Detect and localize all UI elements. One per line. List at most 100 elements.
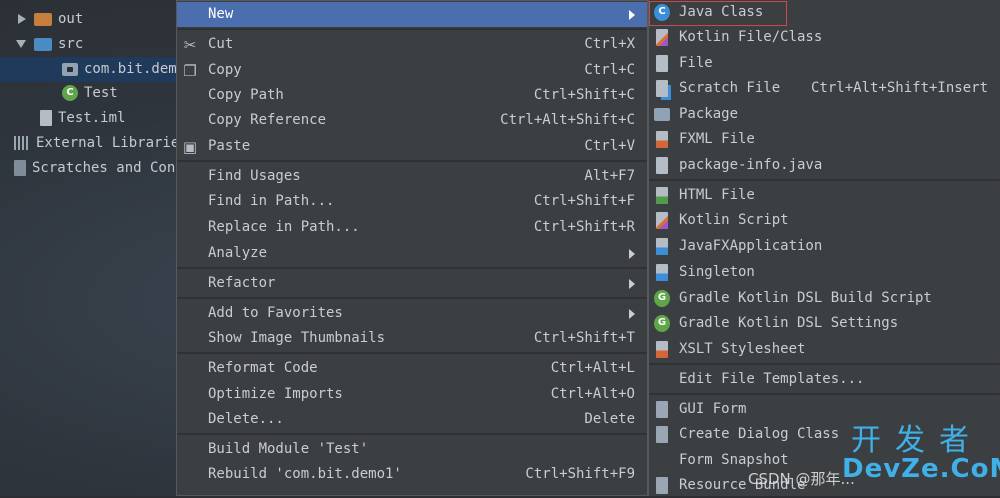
menu-item-copy[interactable]: ❐ Copy Ctrl+C — [177, 58, 647, 83]
tree-item-external-libraries[interactable]: External Libraries — [14, 131, 188, 156]
javafx-icon — [656, 238, 668, 255]
menu-item-delete[interactable]: Delete... Delete — [177, 407, 647, 432]
html-file-icon — [656, 187, 668, 204]
csdn-watermark: CSDN @那年... — [748, 470, 855, 488]
menu-item-find-in-path[interactable]: Find in Path... Ctrl+Shift+F — [177, 189, 647, 214]
submenu-item-kotlin-file[interactable]: Kotlin File/Class — [649, 25, 1000, 50]
menu-item-label: Copy Reference — [208, 112, 327, 128]
submenu-item-label: FXML File — [679, 131, 755, 147]
singleton-icon — [656, 264, 668, 281]
submenu-item-gui-form[interactable]: GUI Form — [649, 397, 1000, 422]
menu-item-copy-reference[interactable]: Copy Reference Ctrl+Alt+Shift+C — [177, 108, 647, 133]
menu-item-label: Analyze — [208, 245, 268, 261]
menu-item-cut[interactable]: ✂ Cut Ctrl+X — [177, 32, 647, 57]
scissors-icon: ✂ — [183, 36, 197, 54]
menu-item-reformat-code[interactable]: Reformat Code Ctrl+Alt+L — [177, 356, 647, 381]
menu-item-analyze[interactable]: Analyze — [177, 241, 647, 266]
submenu-separator — [649, 393, 1000, 395]
menu-item-build-module[interactable]: Build Module 'Test' — [177, 437, 647, 462]
submenu-arrow-icon — [629, 10, 635, 20]
kotlin-file-icon — [656, 29, 668, 46]
fxml-file-icon — [656, 131, 668, 148]
tree-item-src[interactable]: src — [16, 32, 83, 57]
menu-item-label: Cut — [208, 36, 234, 52]
menu-item-label: Refactor — [208, 275, 276, 291]
copy-icon: ❐ — [183, 62, 197, 80]
submenu-item-label: HTML File — [679, 187, 755, 203]
submenu-item-shortcut: Ctrl+Alt+Shift+Insert — [811, 80, 989, 96]
submenu-item-label: GUI Form — [679, 401, 747, 417]
devze-watermark: 开发者 DevZe.CoM — [842, 423, 1000, 484]
submenu-item-gradle-settings[interactable]: G Gradle Kotlin DSL Settings — [649, 311, 1000, 336]
class-icon: C — [62, 85, 78, 101]
submenu-item-label: Kotlin File/Class — [679, 29, 823, 45]
submenu-arrow-icon — [629, 279, 635, 289]
submenu-item-edit-file-templates[interactable]: Edit File Templates... — [649, 367, 1000, 392]
menu-item-add-to-favorites[interactable]: Add to Favorites — [177, 301, 647, 326]
expanded-arrow-icon[interactable] — [16, 40, 26, 48]
menu-item-copy-path[interactable]: Copy Path Ctrl+Shift+C — [177, 83, 647, 108]
submenu-item-javafx-application[interactable]: JavaFXApplication — [649, 234, 1000, 259]
submenu-item-java-class[interactable]: C Java Class — [649, 0, 1000, 26]
menu-item-shortcut: Ctrl+Shift+C — [533, 87, 635, 103]
file-icon — [656, 55, 668, 72]
menu-item-label: Find in Path... — [208, 193, 335, 209]
tree-item-package[interactable]: com.bit.demo1 — [0, 57, 194, 82]
menu-item-shortcut: Ctrl+Alt+Shift+C — [500, 112, 635, 128]
tree-item-label: Test — [84, 85, 118, 101]
submenu-item-package-info[interactable]: package-info.java — [649, 153, 1000, 178]
menu-item-find-usages[interactable]: Find Usages Alt+F7 — [177, 164, 647, 189]
tree-item-test-iml[interactable]: Test.iml — [40, 106, 125, 131]
submenu-separator — [649, 363, 1000, 365]
tree-item-out[interactable]: out — [18, 7, 83, 32]
menu-item-label: Copy — [208, 62, 242, 78]
submenu-item-html-file[interactable]: HTML File — [649, 183, 1000, 208]
submenu-item-fxml-file[interactable]: FXML File — [649, 127, 1000, 152]
file-icon — [40, 110, 52, 126]
watermark-en: DevZe.CoM — [842, 454, 1000, 484]
submenu-item-label: XSLT Stylesheet — [679, 341, 806, 357]
kotlin-script-icon — [656, 212, 668, 229]
menu-item-new[interactable]: New — [177, 2, 647, 27]
submenu-arrow-icon — [629, 249, 635, 259]
tree-item-test[interactable]: C Test — [62, 81, 118, 106]
watermark-cn: 开发者 — [851, 423, 983, 458]
menu-item-label: Show Image Thumbnails — [208, 330, 386, 346]
menu-item-label: Copy Path — [208, 87, 284, 103]
submenu-item-package[interactable]: Package — [649, 102, 1000, 127]
menu-item-refactor[interactable]: Refactor — [177, 271, 647, 296]
java-file-icon — [656, 157, 668, 174]
tree-item-label: out — [58, 11, 84, 27]
menu-item-label: Reformat Code — [208, 360, 318, 376]
submenu-item-label: Edit File Templates... — [679, 371, 865, 387]
menu-item-shortcut: Delete — [584, 411, 635, 427]
menu-separator — [177, 297, 647, 299]
menu-item-rebuild[interactable]: Rebuild 'com.bit.demo1' Ctrl+Shift+F9 — [177, 462, 647, 487]
menu-item-replace-in-path[interactable]: Replace in Path... Ctrl+Shift+R — [177, 215, 647, 240]
package-icon — [62, 62, 78, 76]
menu-item-shortcut: Ctrl+X — [584, 36, 635, 52]
resource-bundle-icon — [656, 477, 668, 494]
submenu-arrow-icon — [629, 309, 635, 319]
submenu-item-gradle-build-script[interactable]: G Gradle Kotlin DSL Build Script — [649, 286, 1000, 311]
submenu-item-singleton[interactable]: Singleton — [649, 260, 1000, 285]
menu-item-label: Add to Favorites — [208, 305, 343, 321]
collapsed-arrow-icon[interactable] — [18, 14, 26, 24]
submenu-item-file[interactable]: File — [649, 51, 1000, 76]
submenu-item-label: File — [679, 55, 713, 71]
submenu-item-scratch-file[interactable]: Scratch File Ctrl+Alt+Shift+Insert — [649, 76, 1000, 101]
package-icon — [654, 108, 670, 121]
menu-item-paste[interactable]: ▣ Paste Ctrl+V — [177, 134, 647, 159]
menu-item-show-image-thumbnails[interactable]: Show Image Thumbnails Ctrl+Shift+T — [177, 326, 647, 351]
menu-item-label: Paste — [208, 138, 251, 154]
scratches-icon — [14, 160, 26, 176]
submenu-item-xslt-stylesheet[interactable]: XSLT Stylesheet — [649, 337, 1000, 362]
folder-icon — [34, 12, 52, 26]
submenu-item-label: Java Class — [679, 4, 764, 20]
menu-item-optimize-imports[interactable]: Optimize Imports Ctrl+Alt+O — [177, 382, 647, 407]
menu-item-shortcut: Ctrl+Shift+F — [533, 193, 635, 209]
menu-item-shortcut: Ctrl+Alt+O — [550, 386, 635, 402]
submenu-item-kotlin-script[interactable]: Kotlin Script — [649, 208, 1000, 233]
xslt-icon — [656, 341, 668, 358]
gradle-icon: G — [654, 290, 670, 307]
